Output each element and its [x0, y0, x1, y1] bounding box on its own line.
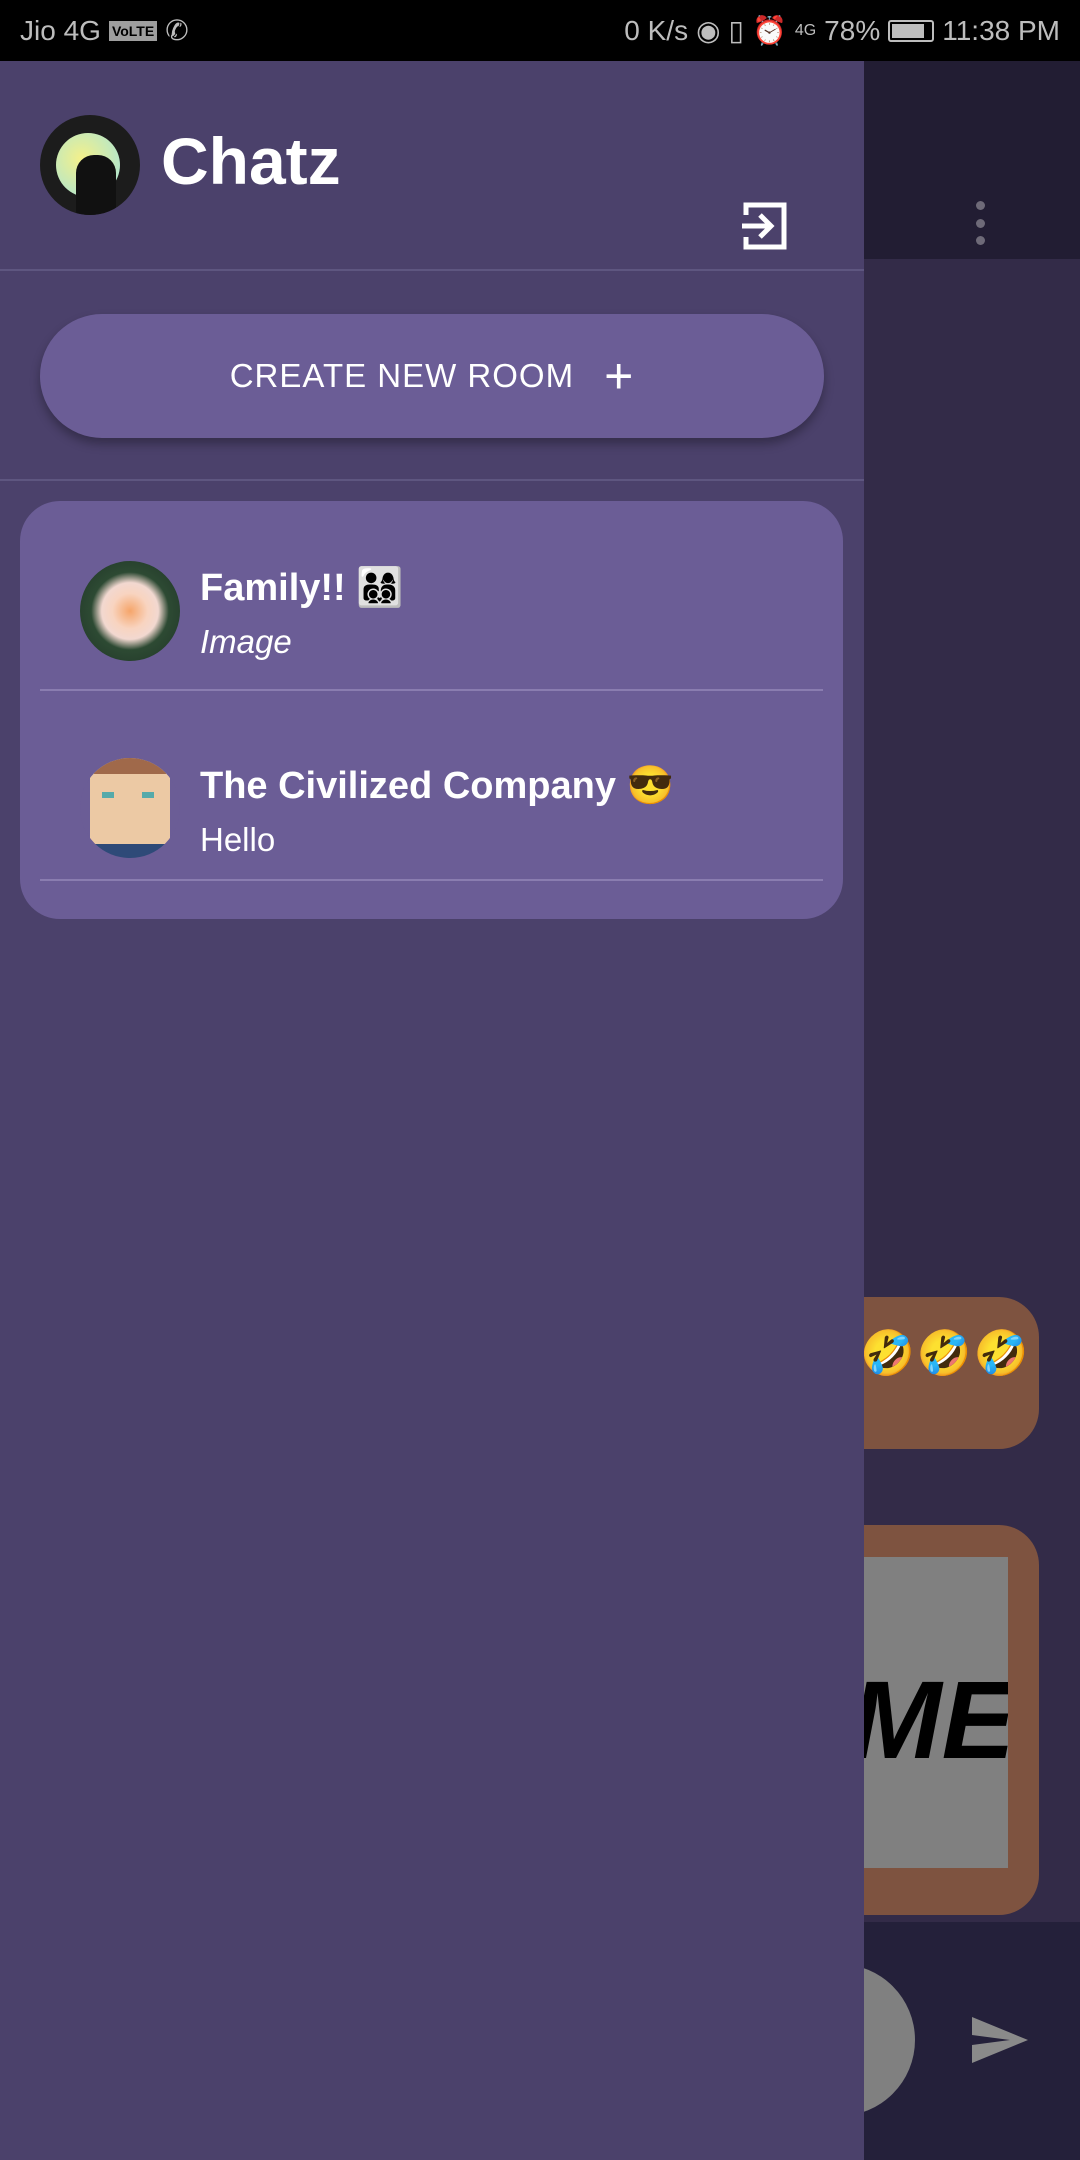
drawer-header: Chatz: [0, 61, 864, 271]
clock: 11:38 PM: [942, 14, 1060, 46]
status-bar: Jio 4G VoLTE ✆ 0 K/s ◉ ▯ ⏰ 4G 78% 11:38 …: [0, 0, 1080, 61]
alarm-icon: ⏰: [751, 15, 787, 46]
room-avatar: [80, 561, 180, 661]
message-text: 🤣🤣🤣: [860, 1329, 1031, 1378]
divider: [0, 479, 864, 481]
whatsapp-icon: ✆: [165, 15, 189, 46]
plus-icon: +: [604, 348, 635, 404]
network-speed: 0 K/s: [624, 14, 689, 46]
volte-icon: VoLTE: [108, 20, 158, 41]
vibrate-icon: ▯: [728, 15, 744, 46]
create-room-label: CREATE NEW ROOM: [229, 357, 575, 394]
carrier-label: Jio 4G: [20, 14, 101, 46]
logout-icon[interactable]: [740, 201, 788, 251]
battery-icon: [888, 19, 935, 42]
image-text: ME!: [850, 1659, 1008, 1782]
navigation-drawer: Chatz CREATE NEW ROOM + Family!! 👨‍👩‍👦‍👦…: [0, 61, 864, 2160]
battery-percent: 78%: [824, 14, 881, 46]
room-list-item[interactable]: The Civilized Company 😎 Hello: [40, 691, 823, 881]
room-name: Family!! 👨‍👩‍👦‍👦: [200, 567, 404, 609]
more-options-icon[interactable]: [972, 201, 988, 245]
app-title: Chatz: [161, 124, 341, 198]
room-last-message: Image: [200, 623, 292, 660]
room-list-item[interactable]: Family!! 👨‍👩‍👦‍👦 Image: [40, 501, 823, 691]
room-last-message: Hello: [200, 821, 276, 858]
room-list: Family!! 👨‍👩‍👦‍👦 Image The Civilized Com…: [20, 501, 843, 919]
room-avatar: [80, 758, 180, 858]
create-new-room-button[interactable]: CREATE NEW ROOM +: [40, 314, 824, 438]
hotspot-icon: ◉: [696, 15, 721, 46]
send-icon[interactable]: [970, 2015, 1030, 2065]
signal-icon: 4G: [794, 21, 817, 39]
app-logo: [40, 115, 140, 215]
room-name: The Civilized Company 😎: [200, 765, 674, 807]
